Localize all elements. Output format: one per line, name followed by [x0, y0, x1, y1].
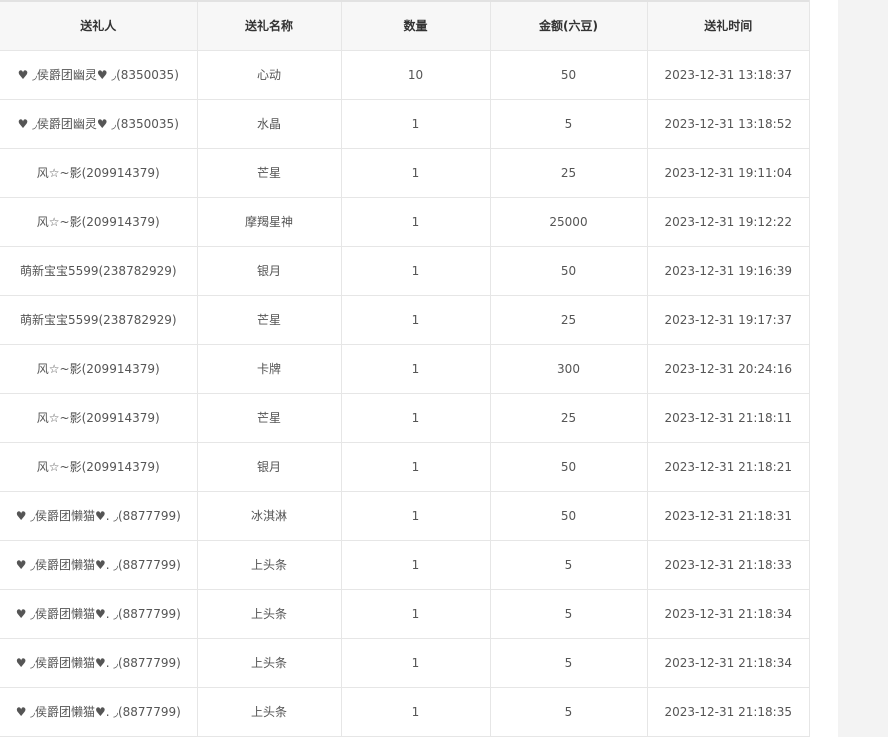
cell-gift-name: 芒星 [197, 295, 342, 345]
cell-time: 2023-12-31 21:18:31 [647, 491, 809, 541]
cell-sender: ♥ ◞侯爵团幽灵♥ ◞(8350035) [0, 99, 198, 149]
cell-amount: 25 [490, 295, 648, 345]
table-row: ♥ ◞侯爵团懒猫♥. ◞(8877799) 上头条 1 5 2023-12-31… [0, 589, 809, 639]
right-gutter [838, 0, 888, 737]
cell-time: 2023-12-31 21:18:21 [647, 442, 809, 492]
cell-sender: 风☆~影(209914379) [0, 197, 198, 247]
cell-time: 2023-12-31 21:18:11 [647, 393, 809, 443]
cell-sender: ♥ ◞侯爵团懒猫♥. ◞(8877799) [0, 589, 198, 639]
header-sender: 送礼人 [0, 0, 198, 51]
table-row: 风☆~影(209914379) 摩羯星神 1 25000 2023-12-31 … [0, 197, 809, 247]
cell-sender: 风☆~影(209914379) [0, 148, 198, 198]
cell-time: 2023-12-31 19:12:22 [647, 197, 809, 247]
cell-time: 2023-12-31 13:18:37 [647, 50, 809, 100]
cell-gift-name: 卡牌 [197, 344, 342, 394]
table-row: 萌新宝宝5599(238782929) 芒星 1 25 2023-12-31 1… [0, 295, 809, 345]
cell-quantity: 1 [341, 197, 491, 247]
cell-sender: 风☆~影(209914379) [0, 393, 198, 443]
cell-time: 2023-12-31 13:18:52 [647, 99, 809, 149]
cell-quantity: 1 [341, 491, 491, 541]
cell-gift-name: 银月 [197, 442, 342, 492]
cell-sender: ♥ ◞侯爵团幽灵♥ ◞(8350035) [0, 50, 198, 100]
cell-gift-name: 上头条 [197, 687, 342, 737]
cell-sender: 风☆~影(209914379) [0, 344, 198, 394]
cell-gift-name: 银月 [197, 246, 342, 296]
cell-gift-name: 芒星 [197, 148, 342, 198]
cell-quantity: 1 [341, 687, 491, 737]
table-row: ♥ ◞侯爵团懒猫♥. ◞(8877799) 上头条 1 5 2023-12-31… [0, 638, 809, 688]
cell-quantity: 1 [341, 295, 491, 345]
cell-sender: 萌新宝宝5599(238782929) [0, 246, 198, 296]
cell-sender: ♥ ◞侯爵团懒猫♥. ◞(8877799) [0, 491, 198, 541]
cell-quantity: 1 [341, 393, 491, 443]
table-header-row: 送礼人 送礼名称 数量 金额(六豆) 送礼时间 [0, 0, 809, 51]
gift-records-table: 送礼人 送礼名称 数量 金额(六豆) 送礼时间 ♥ ◞侯爵团幽灵♥ ◞(8350… [0, 0, 809, 737]
cell-time: 2023-12-31 21:18:34 [647, 589, 809, 639]
header-amount: 金额(六豆) [490, 0, 648, 51]
cell-sender: 萌新宝宝5599(238782929) [0, 295, 198, 345]
cell-amount: 25000 [490, 197, 648, 247]
table-row: ♥ ◞侯爵团懒猫♥. ◞(8877799) 上头条 1 5 2023-12-31… [0, 687, 809, 737]
cell-amount: 5 [490, 99, 648, 149]
table-row: ♥ ◞侯爵团幽灵♥ ◞(8350035) 心动 10 50 2023-12-31… [0, 50, 809, 100]
cell-gift-name: 上头条 [197, 638, 342, 688]
table-row: 萌新宝宝5599(238782929) 银月 1 50 2023-12-31 1… [0, 246, 809, 296]
cell-gift-name: 水晶 [197, 99, 342, 149]
cell-amount: 5 [490, 540, 648, 590]
cell-gift-name: 冰淇淋 [197, 491, 342, 541]
header-time: 送礼时间 [647, 0, 809, 51]
header-quantity: 数量 [341, 0, 491, 51]
table-row: 风☆~影(209914379) 芒星 1 25 2023-12-31 19:11… [0, 148, 809, 198]
table-row: 风☆~影(209914379) 卡牌 1 300 2023-12-31 20:2… [0, 344, 809, 394]
cell-amount: 50 [490, 491, 648, 541]
cell-quantity: 10 [341, 50, 491, 100]
cell-amount: 25 [490, 148, 648, 198]
cell-amount: 50 [490, 50, 648, 100]
cell-gift-name: 上头条 [197, 540, 342, 590]
cell-gift-name: 心动 [197, 50, 342, 100]
cell-quantity: 1 [341, 589, 491, 639]
cell-quantity: 1 [341, 246, 491, 296]
cell-sender: ♥ ◞侯爵团懒猫♥. ◞(8877799) [0, 638, 198, 688]
cell-amount: 50 [490, 442, 648, 492]
cell-gift-name: 摩羯星神 [197, 197, 342, 247]
gift-records-table-container: 送礼人 送礼名称 数量 金额(六豆) 送礼时间 ♥ ◞侯爵团幽灵♥ ◞(8350… [0, 0, 810, 737]
cell-sender: ♥ ◞侯爵团懒猫♥. ◞(8877799) [0, 687, 198, 737]
cell-time: 2023-12-31 20:24:16 [647, 344, 809, 394]
table-row: 风☆~影(209914379) 银月 1 50 2023-12-31 21:18… [0, 442, 809, 492]
page: 送礼人 送礼名称 数量 金额(六豆) 送礼时间 ♥ ◞侯爵团幽灵♥ ◞(8350… [0, 0, 888, 737]
cell-amount: 25 [490, 393, 648, 443]
cell-sender: 风☆~影(209914379) [0, 442, 198, 492]
cell-quantity: 1 [341, 638, 491, 688]
cell-gift-name: 芒星 [197, 393, 342, 443]
cell-time: 2023-12-31 19:16:39 [647, 246, 809, 296]
cell-quantity: 1 [341, 344, 491, 394]
table-row: ♥ ◞侯爵团懒猫♥. ◞(8877799) 冰淇淋 1 50 2023-12-3… [0, 491, 809, 541]
cell-quantity: 1 [341, 99, 491, 149]
cell-time: 2023-12-31 21:18:35 [647, 687, 809, 737]
cell-amount: 5 [490, 687, 648, 737]
cell-time: 2023-12-31 19:17:37 [647, 295, 809, 345]
cell-amount: 5 [490, 589, 648, 639]
table-row: 风☆~影(209914379) 芒星 1 25 2023-12-31 21:18… [0, 393, 809, 443]
cell-amount: 300 [490, 344, 648, 394]
cell-quantity: 1 [341, 442, 491, 492]
cell-quantity: 1 [341, 148, 491, 198]
cell-amount: 5 [490, 638, 648, 688]
cell-gift-name: 上头条 [197, 589, 342, 639]
cell-quantity: 1 [341, 540, 491, 590]
table-row: ♥ ◞侯爵团懒猫♥. ◞(8877799) 上头条 1 5 2023-12-31… [0, 540, 809, 590]
cell-time: 2023-12-31 19:11:04 [647, 148, 809, 198]
cell-sender: ♥ ◞侯爵团懒猫♥. ◞(8877799) [0, 540, 198, 590]
cell-time: 2023-12-31 21:18:34 [647, 638, 809, 688]
cell-amount: 50 [490, 246, 648, 296]
header-gift-name: 送礼名称 [197, 0, 342, 51]
cell-time: 2023-12-31 21:18:33 [647, 540, 809, 590]
table-row: ♥ ◞侯爵团幽灵♥ ◞(8350035) 水晶 1 5 2023-12-31 1… [0, 99, 809, 149]
